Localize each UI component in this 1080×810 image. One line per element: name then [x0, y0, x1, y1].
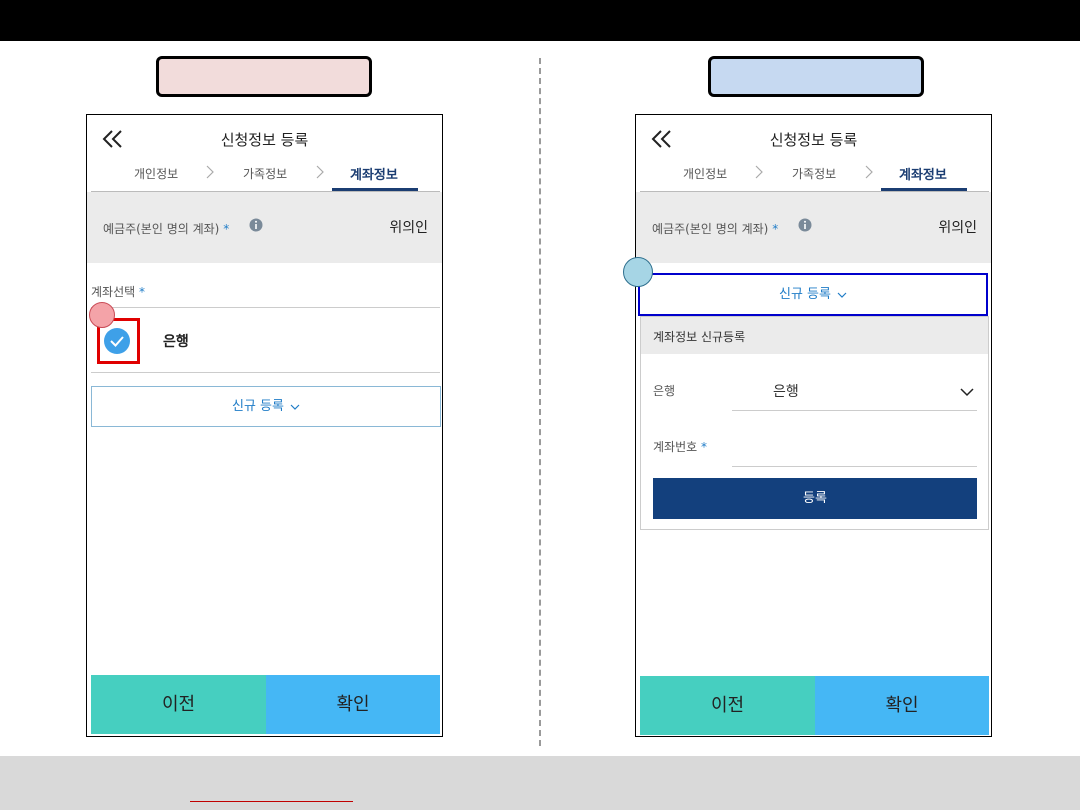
chevron-right-icon: [865, 165, 873, 179]
step-account: 계좌정보: [350, 168, 398, 183]
step-family: 가족정보: [792, 167, 837, 181]
account-owner-row: 예금주(본인 명의 계좌) * 위의인: [87, 192, 442, 263]
register-submit-button[interactable]: 등록: [653, 478, 977, 519]
bank-name[interactable]: 은행: [163, 331, 189, 351]
chevron-right-icon: [316, 165, 324, 179]
chevron-down-icon: [290, 404, 300, 410]
left-phone-screen: 신청정보 등록 개인정보 가족정보 계좌정보 예금주(본인 명의 계좌) * 위…: [86, 114, 443, 737]
owner-label: 예금주(본인 명의 계좌) *: [103, 222, 230, 236]
step-marker-dot: [623, 257, 653, 287]
step-marker-dot: [89, 302, 115, 328]
account-select-label: 계좌선택 *: [91, 285, 145, 299]
new-register-button[interactable]: 신규 등록: [91, 386, 441, 427]
account-number-underline: [732, 466, 977, 467]
chevron-right-icon: [206, 165, 214, 179]
account-number-label: 계좌번호 *: [653, 440, 707, 454]
account-list-top-border: [91, 307, 440, 308]
step-indicator: 개인정보 가족정보 계좌정보: [91, 159, 418, 192]
page-title: 신청정보 등록: [769, 131, 858, 149]
prev-button[interactable]: 이전: [91, 675, 266, 734]
step-personal: 개인정보: [683, 167, 728, 181]
account-owner-row: 예금주(본인 명의 계좌) * 위의인: [636, 192, 991, 263]
page-title: 신청정보 등록: [220, 131, 309, 149]
right-phone-screen: 신청정보 등록 개인정보 가족정보 계좌정보 예금주(본인 명의 계좌) * 위…: [635, 114, 992, 737]
step-personal: 개인정보: [134, 167, 179, 181]
owner-value: 위의인: [389, 220, 428, 236]
confirm-button[interactable]: 확인: [815, 676, 989, 735]
account-list-bottom-border: [91, 372, 440, 373]
prev-button[interactable]: 이전: [640, 676, 815, 735]
step-account: 계좌정보: [899, 168, 947, 183]
check-circle-icon[interactable]: [103, 327, 131, 355]
register-panel-title: 계좌정보 신규등록: [653, 330, 746, 344]
top-black-bar: [0, 0, 1080, 41]
step-indicator: 개인정보 가족정보 계좌정보: [640, 159, 967, 192]
bank-select-value[interactable]: 은행: [773, 381, 799, 401]
new-account-register-panel: 계좌정보 신규등록 은행 은행 계좌번호 * 등록: [640, 316, 989, 530]
chevron-down-icon: [837, 292, 847, 298]
bottom-action-bar: 이전 확인: [91, 675, 440, 734]
bottom-action-bar: 이전 확인: [640, 676, 989, 735]
chevron-down-icon[interactable]: [960, 387, 974, 397]
confirm-button[interactable]: 확인: [266, 675, 440, 734]
footer-red-line: [190, 801, 353, 802]
left-caption-box: [156, 56, 372, 97]
new-register-button[interactable]: 신규 등록: [638, 273, 988, 316]
info-icon[interactable]: [798, 218, 812, 232]
chevron-right-icon: [755, 165, 763, 179]
owner-value: 위의인: [938, 220, 977, 236]
step-family: 가족정보: [243, 167, 288, 181]
info-icon[interactable]: [249, 218, 263, 232]
register-panel-header: 계좌정보 신규등록: [641, 317, 988, 354]
bank-select-underline: [732, 410, 977, 411]
bank-field-label: 은행: [653, 384, 676, 398]
owner-label: 예금주(본인 명의 계좌) *: [652, 222, 779, 236]
right-caption-box: [708, 56, 924, 97]
dashed-divider: [539, 58, 541, 746]
footer-bar: [0, 756, 1080, 810]
